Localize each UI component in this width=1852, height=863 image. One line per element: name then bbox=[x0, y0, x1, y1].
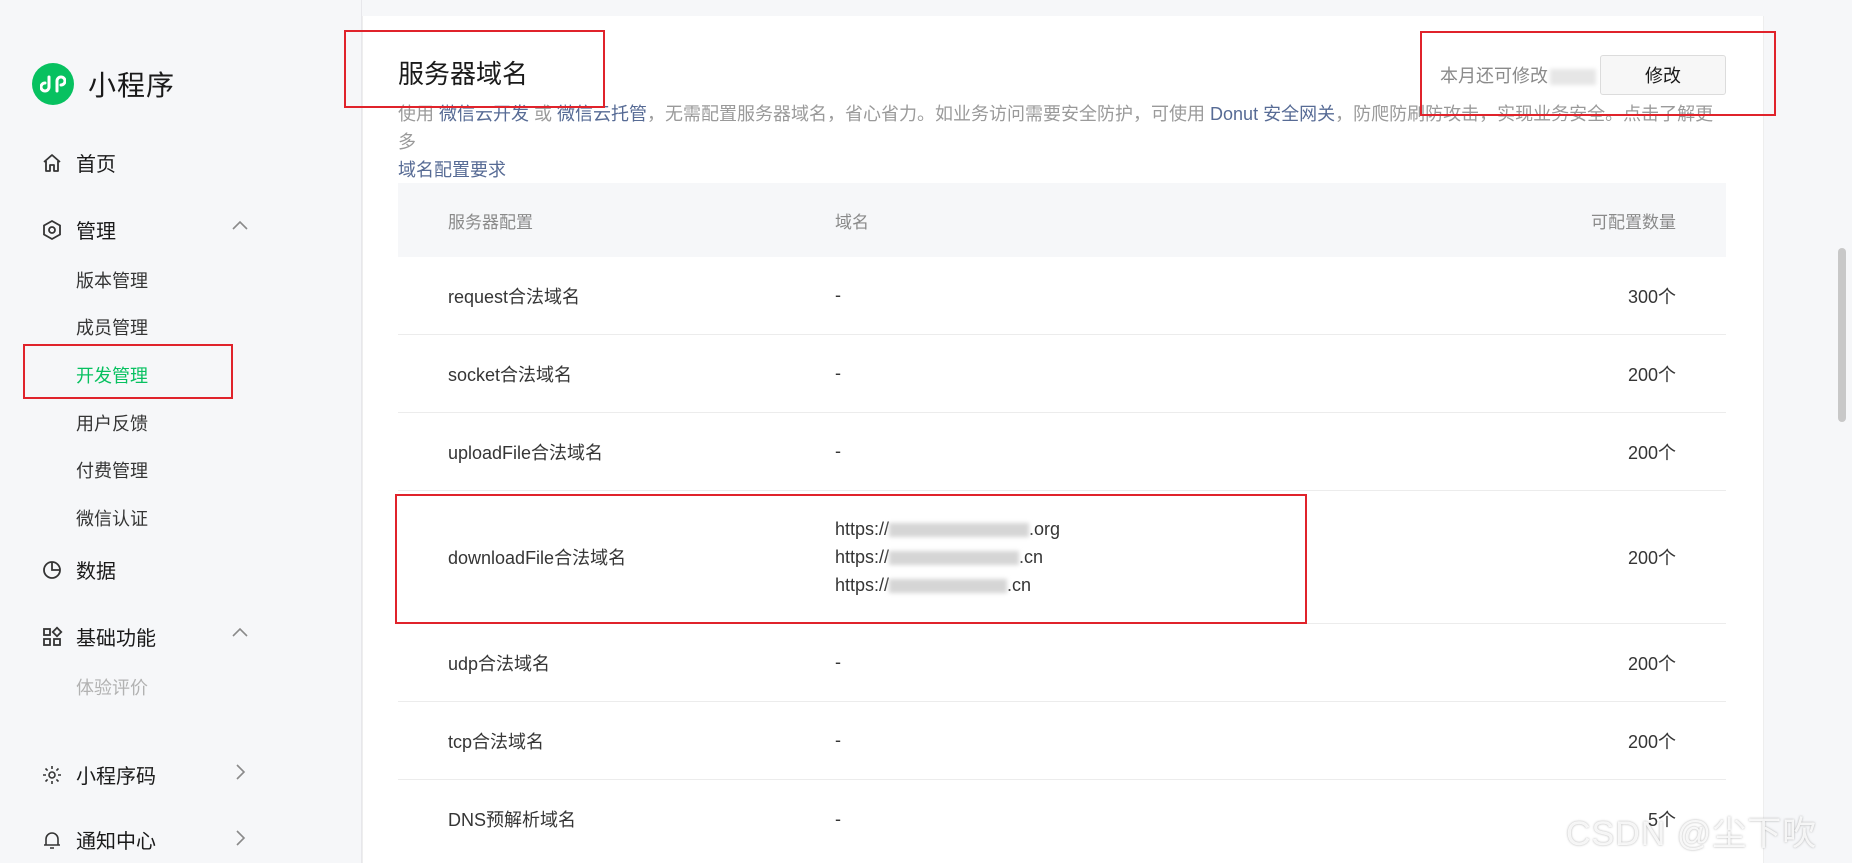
donut-gateway-link[interactable]: Donut 安全网关 bbox=[1210, 104, 1335, 124]
cloud-dev-link[interactable]: 微信云开发 bbox=[439, 104, 529, 124]
mini-program-logo-icon bbox=[32, 63, 74, 105]
row-name: DNS预解析域名 bbox=[448, 810, 577, 830]
pie-chart-icon bbox=[40, 558, 64, 582]
sidebar-item-dev-manage[interactable]: 开发管理 bbox=[76, 362, 148, 388]
sidebar-item-feedback[interactable]: 用户反馈 bbox=[76, 410, 148, 436]
nav-notify-label: 通知中心 bbox=[76, 831, 156, 853]
cloud-hosting-link[interactable]: 微信云托管 bbox=[557, 104, 647, 124]
row-name: downloadFile合法域名 bbox=[448, 548, 627, 568]
domain-entry: https:// .org bbox=[835, 515, 1426, 543]
chevron-up-icon[interactable] bbox=[230, 623, 250, 643]
domain-prefix: https:// bbox=[835, 547, 890, 567]
domain-prefix: https:// bbox=[835, 575, 890, 595]
chevron-right-icon[interactable] bbox=[230, 828, 250, 848]
row-name: uploadFile合法域名 bbox=[448, 442, 604, 463]
nav-home[interactable]: 首页 bbox=[40, 148, 116, 177]
header-domain: 域名 bbox=[835, 212, 869, 232]
row-domain: - bbox=[835, 730, 841, 750]
modify-quota: 本月还可修改 bbox=[1440, 62, 1596, 88]
row-domain: - bbox=[835, 285, 841, 305]
desc-text: ，无需配置服务器域名，省心省力。如业务访问需要安全防护，可使用 bbox=[647, 104, 1211, 124]
sidebar-item-members[interactable]: 成员管理 bbox=[76, 314, 148, 340]
table-row: udp合法域名 - 200个 bbox=[398, 624, 1726, 702]
domain-suffix: .cn bbox=[1007, 575, 1032, 595]
home-icon bbox=[40, 151, 64, 175]
app-logo[interactable]: 小程序 bbox=[32, 62, 175, 106]
desc-text: 使用 bbox=[398, 104, 440, 124]
sidebar-item-payment[interactable]: 付费管理 bbox=[76, 457, 148, 483]
blurred-domain bbox=[889, 579, 1008, 594]
grid-icon bbox=[40, 625, 64, 649]
quota-text: 本月还可修改 bbox=[1440, 66, 1548, 86]
row-name: request合法域名 bbox=[448, 286, 581, 307]
nav-data-label: 数据 bbox=[76, 561, 116, 583]
blurred-count bbox=[1550, 69, 1596, 86]
row-name: udp合法域名 bbox=[448, 653, 551, 674]
desc-text: 或 bbox=[529, 104, 558, 124]
table-row: uploadFile合法域名 - 200个 bbox=[398, 413, 1726, 491]
nav-qrcode-label: 小程序码 bbox=[76, 766, 156, 788]
qrcode-sun-icon bbox=[40, 763, 64, 787]
domain-entry: https:// .cn bbox=[835, 571, 1426, 599]
sidebar: 小程序 首页 管理 版本管理 成员管理 开发管理 用户反馈 付费管理 微信认证 … bbox=[0, 0, 362, 863]
bell-icon bbox=[40, 828, 64, 852]
server-domain-table: 服务器配置 域名 可配置数量 request合法域名 - 300个 socket… bbox=[398, 183, 1726, 858]
row-domain: - bbox=[835, 652, 841, 672]
domain-suffix: .cn bbox=[1019, 547, 1044, 567]
table-row: tcp合法域名 - 200个 bbox=[398, 702, 1726, 780]
row-domain: - bbox=[835, 441, 841, 461]
nav-manage[interactable]: 管理 bbox=[40, 215, 116, 244]
scrollbar-thumb[interactable] bbox=[1838, 248, 1846, 422]
nav-home-label: 首页 bbox=[76, 154, 116, 176]
row-name: socket合法域名 bbox=[448, 364, 573, 385]
chevron-right-icon[interactable] bbox=[230, 762, 250, 782]
chevron-up-icon[interactable] bbox=[230, 216, 250, 236]
domain-suffix: .org bbox=[1029, 519, 1061, 539]
row-count: 200个 bbox=[1627, 731, 1676, 752]
table-row: socket合法域名 - 200个 bbox=[398, 335, 1726, 413]
table-row: downloadFile合法域名 https:// .org https:// .c… bbox=[398, 491, 1726, 624]
row-name: tcp合法域名 bbox=[448, 731, 545, 752]
page-title: 服务器域名 bbox=[398, 59, 529, 89]
sidebar-item-wechat-auth[interactable]: 微信认证 bbox=[76, 505, 148, 531]
sidebar-item-version[interactable]: 版本管理 bbox=[76, 267, 148, 293]
app-title: 小程序 bbox=[88, 70, 176, 101]
nav-notify[interactable]: 通知中心 bbox=[40, 825, 156, 854]
row-count: 200个 bbox=[1627, 653, 1676, 674]
header-count: 可配置数量 bbox=[1591, 212, 1676, 232]
domain-requirements-link[interactable]: 域名配置要求 bbox=[398, 160, 506, 180]
row-count: 200个 bbox=[1627, 442, 1676, 463]
sidebar-item-experience-review[interactable]: 体验评价 bbox=[76, 674, 148, 700]
nav-basic-label: 基础功能 bbox=[76, 628, 156, 650]
row-domain: - bbox=[835, 363, 841, 383]
row-domain-list: https:// .org https:// .cn https:// .cn bbox=[835, 515, 1426, 599]
header-config: 服务器配置 bbox=[448, 212, 533, 232]
domain-prefix: https:// bbox=[835, 519, 890, 539]
watermark: CSDN @尘下吹霜 bbox=[1566, 815, 1818, 853]
nav-qrcode[interactable]: 小程序码 bbox=[40, 760, 156, 789]
row-count: 200个 bbox=[1627, 548, 1676, 568]
modify-button[interactable]: 修改 bbox=[1600, 55, 1726, 95]
nav-data[interactable]: 数据 bbox=[40, 555, 116, 584]
table-row: DNS预解析域名 - 5个 bbox=[398, 780, 1726, 858]
blurred-domain bbox=[889, 523, 1030, 538]
row-count: 300个 bbox=[1627, 286, 1676, 307]
domain-entry: https:// .cn bbox=[835, 543, 1426, 571]
blurred-domain bbox=[889, 551, 1020, 566]
nav-manage-label: 管理 bbox=[76, 221, 116, 243]
page-description: 使用 微信云开发 或 微信云托管，无需配置服务器域名，省心省力。如业务访问需要安… bbox=[398, 100, 1728, 184]
nav-basic-features[interactable]: 基础功能 bbox=[40, 622, 156, 651]
table-header: 服务器配置 域名 可配置数量 bbox=[398, 183, 1726, 257]
row-domain: - bbox=[835, 808, 841, 829]
row-count: 200个 bbox=[1627, 364, 1676, 385]
manage-icon bbox=[40, 218, 64, 242]
table-row: request合法域名 - 300个 bbox=[398, 257, 1726, 335]
